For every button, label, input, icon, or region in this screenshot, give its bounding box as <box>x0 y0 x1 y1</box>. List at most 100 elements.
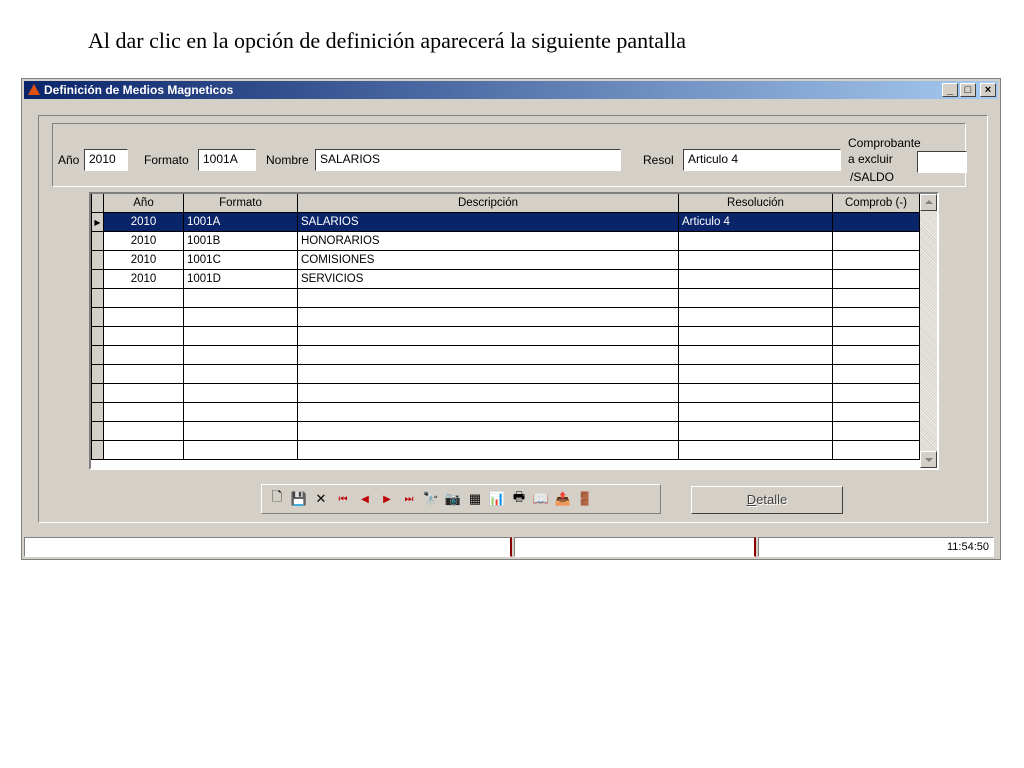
cell-resolucion[interactable] <box>678 402 833 422</box>
table-row[interactable] <box>91 288 920 308</box>
cell-descripcion[interactable] <box>297 383 679 403</box>
cell-formato[interactable] <box>183 364 298 384</box>
cell-formato[interactable] <box>183 326 298 346</box>
cell-resolucion[interactable] <box>678 250 833 270</box>
resol-field[interactable]: Articulo 4 <box>683 149 841 171</box>
cell-comprob[interactable] <box>832 364 920 384</box>
column-header-anio[interactable]: Año <box>103 194 184 213</box>
cell-formato[interactable] <box>183 307 298 327</box>
last-record-icon[interactable]: ⏭ <box>398 488 420 510</box>
row-indicator-cell[interactable] <box>91 402 104 422</box>
cell-anio[interactable]: 2010 <box>103 231 184 251</box>
cell-comprob[interactable] <box>832 307 920 327</box>
table-row[interactable] <box>91 383 920 403</box>
next-record-icon[interactable]: ▶ <box>376 488 398 510</box>
cell-resolucion[interactable] <box>678 383 833 403</box>
anio-field[interactable]: 2010 <box>84 149 128 171</box>
cell-descripcion[interactable] <box>297 288 679 308</box>
cell-formato[interactable] <box>183 421 298 441</box>
cell-formato[interactable]: 1001A <box>183 212 298 232</box>
first-record-icon[interactable]: ⏮ <box>332 488 354 510</box>
cell-resolucion[interactable] <box>678 326 833 346</box>
cell-resolucion[interactable] <box>678 288 833 308</box>
current-row-indicator-icon[interactable]: ▶ <box>91 212 104 232</box>
cell-formato[interactable]: 1001B <box>183 231 298 251</box>
cell-anio[interactable]: 2010 <box>103 269 184 289</box>
chart-icon[interactable]: 📊 <box>486 488 508 510</box>
import-icon[interactable]: 📤 <box>552 488 574 510</box>
cell-anio[interactable] <box>103 402 184 422</box>
formato-field[interactable]: 1001A <box>198 149 256 171</box>
column-header-resolucion[interactable]: Resolución <box>678 194 833 213</box>
nombre-field[interactable]: SALARIOS <box>315 149 621 171</box>
new-icon[interactable]: 🗋 <box>266 488 288 510</box>
camera-icon[interactable]: 📷 <box>442 488 464 510</box>
table-row[interactable] <box>91 402 920 422</box>
cell-descripcion[interactable] <box>297 307 679 327</box>
save-icon[interactable]: 💾 <box>288 488 310 510</box>
table-row[interactable] <box>91 307 920 327</box>
row-indicator-cell[interactable] <box>91 421 104 441</box>
cell-formato[interactable] <box>183 288 298 308</box>
close-button[interactable]: × <box>980 83 996 97</box>
table-row[interactable] <box>91 440 920 460</box>
column-header-comprob[interactable]: Comprob (-) <box>832 194 920 213</box>
cell-anio[interactable]: 2010 <box>103 250 184 270</box>
table-row[interactable] <box>91 364 920 384</box>
row-indicator-cell[interactable] <box>91 269 104 289</box>
cell-comprob[interactable] <box>832 288 920 308</box>
row-indicator-cell[interactable] <box>91 307 104 327</box>
cell-comprob[interactable] <box>832 269 920 289</box>
cell-comprob[interactable] <box>832 402 920 422</box>
exit-icon[interactable]: 🚪 <box>574 488 596 510</box>
cell-comprob[interactable] <box>832 421 920 441</box>
cell-formato[interactable] <box>183 345 298 365</box>
cell-anio[interactable] <box>103 364 184 384</box>
cell-resolucion[interactable] <box>678 345 833 365</box>
comprobante-field[interactable] <box>917 151 967 173</box>
cell-formato[interactable] <box>183 402 298 422</box>
vertical-scrollbar[interactable] <box>920 194 937 468</box>
prev-record-icon[interactable]: ◀ <box>354 488 376 510</box>
cell-anio[interactable] <box>103 326 184 346</box>
row-indicator-cell[interactable] <box>91 231 104 251</box>
cell-descripcion[interactable] <box>297 402 679 422</box>
export-icon[interactable]: 📖 <box>530 488 552 510</box>
find-icon[interactable]: 🔭 <box>420 488 442 510</box>
table-row[interactable]: 2010 1001B HONORARIOS <box>91 231 920 251</box>
row-indicator-cell[interactable] <box>91 440 104 460</box>
cell-descripcion[interactable] <box>297 421 679 441</box>
cell-anio[interactable] <box>103 288 184 308</box>
cell-anio[interactable] <box>103 440 184 460</box>
row-indicator-cell[interactable] <box>91 383 104 403</box>
cell-resolucion[interactable] <box>678 440 833 460</box>
cell-resolucion[interactable] <box>678 364 833 384</box>
cell-anio[interactable] <box>103 307 184 327</box>
cell-descripcion[interactable] <box>297 364 679 384</box>
cell-comprob[interactable] <box>832 345 920 365</box>
cell-descripcion[interactable]: SALARIOS <box>297 212 679 232</box>
cell-comprob[interactable] <box>832 326 920 346</box>
cell-formato[interactable] <box>183 440 298 460</box>
cell-descripcion[interactable] <box>297 345 679 365</box>
cell-resolucion[interactable] <box>678 231 833 251</box>
table-row[interactable] <box>91 345 920 365</box>
scroll-down-button[interactable] <box>920 451 937 468</box>
cell-resolucion[interactable]: Articulo 4 <box>678 212 833 232</box>
cell-descripcion[interactable] <box>297 440 679 460</box>
cell-formato[interactable]: 1001D <box>183 269 298 289</box>
row-indicator-cell[interactable] <box>91 345 104 365</box>
cell-anio[interactable] <box>103 345 184 365</box>
cell-comprob[interactable] <box>832 231 920 251</box>
cell-descripcion[interactable]: SERVICIOS <box>297 269 679 289</box>
cell-resolucion[interactable] <box>678 307 833 327</box>
scroll-up-button[interactable] <box>920 194 937 211</box>
table-icon[interactable]: ▦ <box>464 488 486 510</box>
cell-resolucion[interactable] <box>678 269 833 289</box>
table-row[interactable] <box>91 326 920 346</box>
cell-descripcion[interactable] <box>297 326 679 346</box>
table-row[interactable]: ▶ 2010 1001A SALARIOS Articulo 4 <box>91 212 920 232</box>
row-indicator-cell[interactable] <box>91 250 104 270</box>
cell-descripcion[interactable]: HONORARIOS <box>297 231 679 251</box>
maximize-button[interactable]: □ <box>960 83 976 97</box>
